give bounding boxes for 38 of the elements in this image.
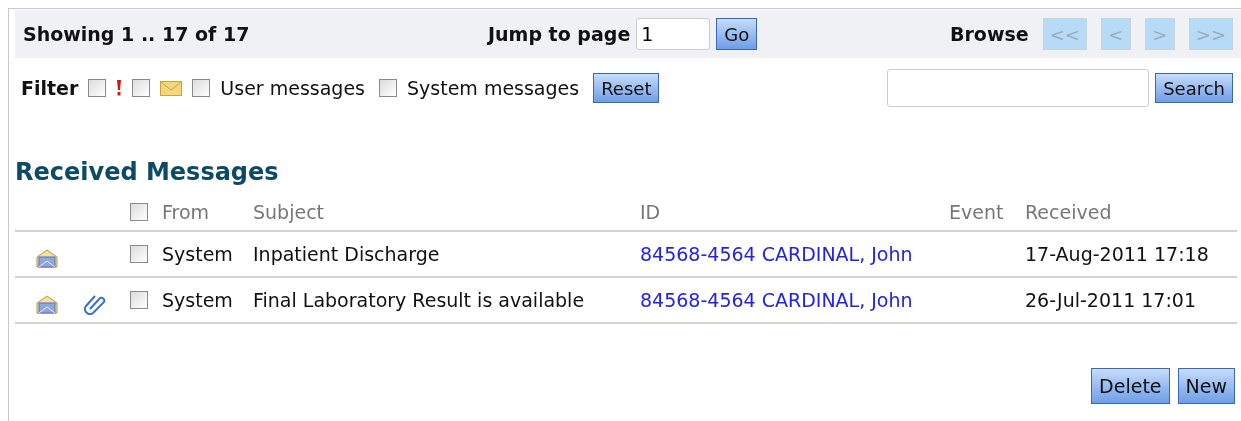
exclamation-icon bbox=[116, 79, 123, 97]
search-button[interactable]: Search bbox=[1155, 73, 1233, 103]
section-heading: Received Messages bbox=[15, 158, 280, 188]
column-header: ID bbox=[640, 201, 662, 223]
browse-label: Browse bbox=[950, 23, 1029, 45]
row-checkbox[interactable] bbox=[130, 291, 148, 309]
checkbox[interactable] bbox=[379, 79, 397, 97]
column-header: Subject bbox=[253, 201, 326, 223]
row-checkbox[interactable] bbox=[130, 245, 148, 263]
column-header: From bbox=[162, 201, 211, 223]
checkbox[interactable] bbox=[132, 79, 151, 97]
filter-option-label: System messages bbox=[407, 77, 580, 99]
sender-cell-text: System bbox=[162, 243, 234, 265]
subject-cell-text: Inpatient Discharge bbox=[253, 243, 441, 265]
filter-option-label: User messages bbox=[220, 77, 365, 99]
go-button[interactable]: Go bbox=[716, 18, 758, 50]
result-count: Showing 1 .. 17 of 17 bbox=[23, 23, 251, 45]
received-date-cell-text: 26-Jul-2011 17:01 bbox=[1025, 289, 1198, 311]
action-button[interactable]: New bbox=[1177, 368, 1235, 404]
checkbox[interactable] bbox=[192, 79, 211, 97]
filter-label: Filter bbox=[21, 77, 79, 99]
sender-cell-text: System bbox=[162, 289, 234, 311]
patient-link[interactable]: 84568-4564 CARDINAL, John bbox=[640, 243, 949, 265]
envelope-icon bbox=[160, 80, 183, 96]
column-header: Received bbox=[1025, 201, 1113, 223]
open-envelope-icon bbox=[35, 248, 59, 268]
patient-link[interactable]: 84568-4564 CARDINAL, John bbox=[640, 289, 949, 311]
reset-button[interactable]: Reset bbox=[593, 73, 660, 103]
open-envelope-icon bbox=[35, 294, 59, 314]
received-date-cell-text: 17-Aug-2011 17:18 bbox=[1025, 243, 1210, 265]
search-field[interactable] bbox=[887, 69, 1150, 107]
action-button[interactable]: Delete bbox=[1091, 368, 1170, 404]
jump-label: Jump to page bbox=[488, 23, 631, 45]
page-input[interactable]: 1 bbox=[636, 18, 711, 50]
subject-cell-text: Final Laboratory Result is available bbox=[253, 289, 586, 311]
checkbox[interactable] bbox=[88, 79, 107, 97]
select-all-checkbox[interactable] bbox=[130, 203, 148, 221]
column-header: Event bbox=[949, 201, 1005, 223]
